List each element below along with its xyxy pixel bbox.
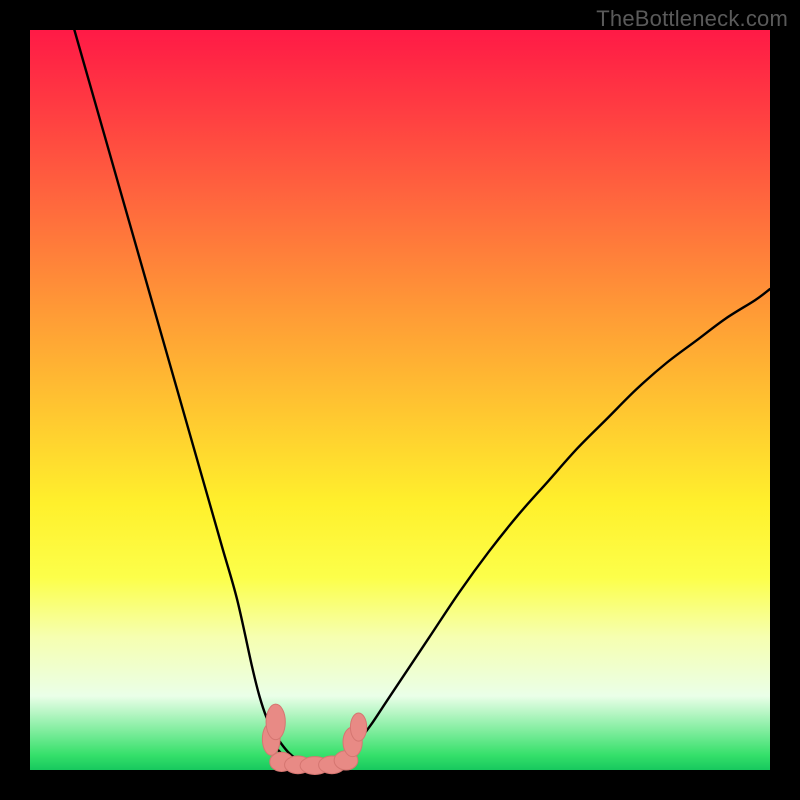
series-group (74, 30, 770, 765)
curve-svg (30, 30, 770, 770)
watermark-text: TheBottleneck.com (596, 6, 788, 32)
valley-marker-1 (266, 704, 285, 740)
valley-marker-8 (350, 713, 366, 741)
marker-group (262, 704, 366, 774)
plot-area (30, 30, 770, 770)
series-right-branch (326, 289, 770, 764)
series-left-branch (74, 30, 311, 764)
chart-frame: TheBottleneck.com (0, 0, 800, 800)
